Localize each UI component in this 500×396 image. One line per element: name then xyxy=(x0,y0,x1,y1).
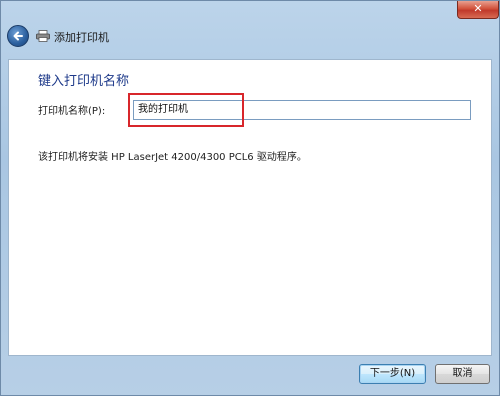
wizard-content: 键入打印机名称 打印机名称(P): 我的打印机 该打印机将安装 HP Laser… xyxy=(8,59,492,356)
close-button[interactable]: ✕ xyxy=(457,1,499,19)
title-bar: ✕ 添加打印机 xyxy=(1,1,499,59)
driver-note: 该打印机将安装 HP LaserJet 4200/4300 PCL6 驱动程序。 xyxy=(38,152,307,163)
back-button[interactable] xyxy=(7,25,29,47)
window-title: 添加打印机 xyxy=(54,31,109,44)
printer-icon xyxy=(36,30,50,42)
add-printer-window: ✕ 添加打印机 键入打印机名称 打印机名称(P): 我的打印机 该打印机将安装 … xyxy=(0,0,500,396)
printer-name-input[interactable]: 我的打印机 xyxy=(133,100,471,120)
cancel-button[interactable]: 取消 xyxy=(435,364,490,384)
printer-name-label: 打印机名称(P): xyxy=(38,106,106,117)
next-button[interactable]: 下一步(N) xyxy=(359,364,426,384)
page-heading: 键入打印机名称 xyxy=(38,74,130,89)
back-arrow-icon xyxy=(13,31,23,41)
close-icon: ✕ xyxy=(473,2,483,15)
button-bar: 下一步(N) 取消 xyxy=(1,356,499,396)
